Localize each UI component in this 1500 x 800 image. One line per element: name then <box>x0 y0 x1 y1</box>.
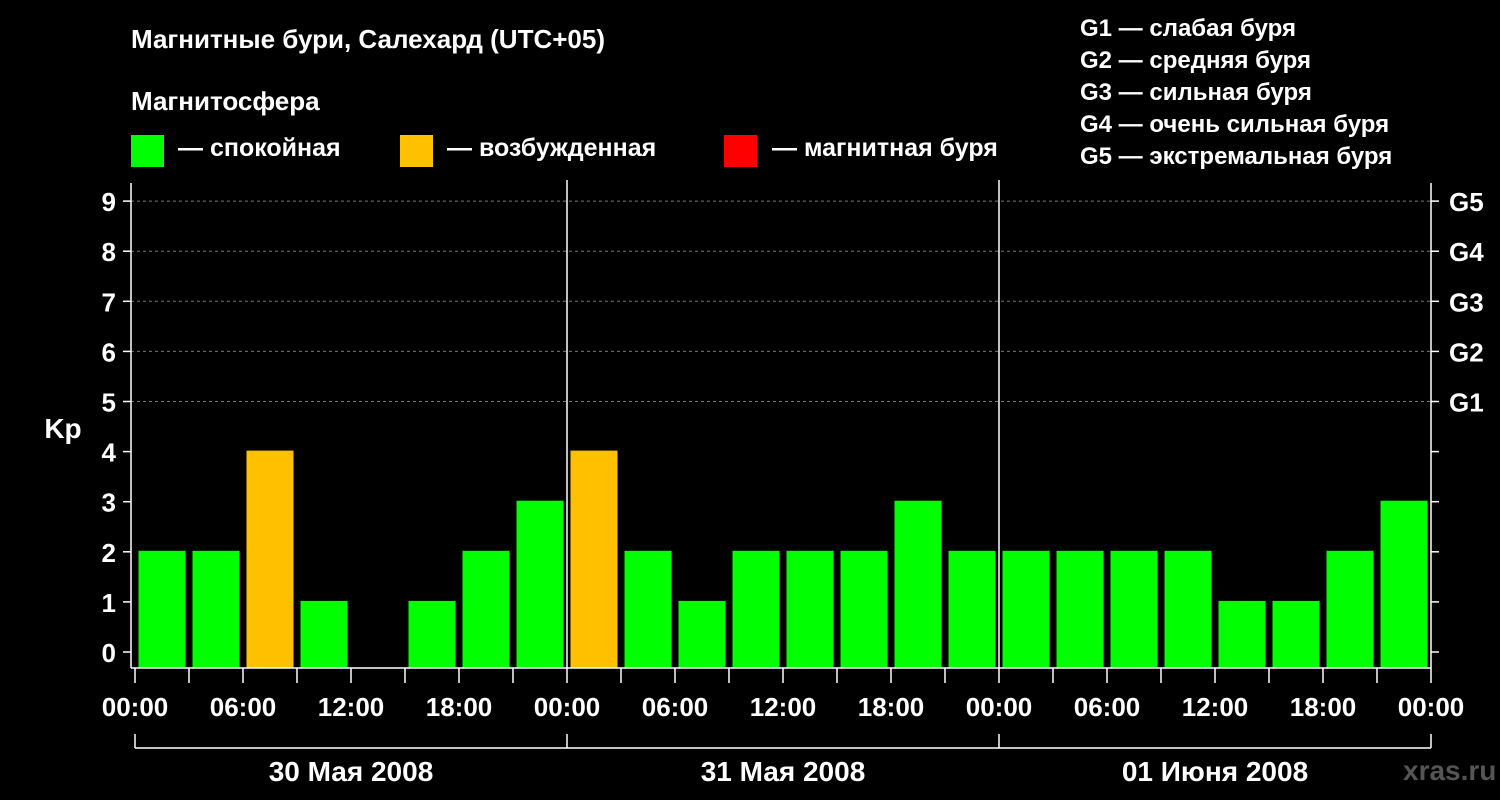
kp-bar-19 <box>1164 550 1212 668</box>
kp-bar-12 <box>786 550 834 668</box>
x-tick-label-7: 18:00 <box>858 692 925 722</box>
y-tick-label-9: 9 <box>102 187 116 217</box>
x-tick-label-5: 06:00 <box>642 692 709 722</box>
y-tick-label-6: 6 <box>102 337 116 367</box>
y-tick-label-1: 1 <box>102 588 116 618</box>
kp-bar-17 <box>1056 550 1104 668</box>
x-tick-label-10: 12:00 <box>1182 692 1249 722</box>
kp-bar-15 <box>948 550 996 668</box>
kp-bar-3 <box>300 600 348 668</box>
watermark: xras.ru <box>1403 755 1497 786</box>
x-tick-label-4: 00:00 <box>534 692 601 722</box>
kp-bar-22 <box>1326 550 1374 668</box>
x-tick-label-12: 00:00 <box>1398 692 1465 722</box>
right-axis-label-G1: G1 <box>1449 388 1484 418</box>
kp-bar-9 <box>624 550 672 668</box>
y-tick-label-2: 2 <box>102 538 116 568</box>
kp-bar-16 <box>1002 550 1050 668</box>
date-label-1: 31 Мая 2008 <box>701 756 866 787</box>
x-tick-label-11: 18:00 <box>1290 692 1357 722</box>
kp-bar-0 <box>138 550 186 668</box>
kp-bar-2 <box>246 450 294 668</box>
kp-bar-1 <box>192 550 240 668</box>
x-tick-label-3: 18:00 <box>426 692 493 722</box>
y-tick-label-5: 5 <box>102 388 116 418</box>
x-tick-label-8: 00:00 <box>966 692 1033 722</box>
kp-bar-21 <box>1272 600 1320 668</box>
kp-bar-20 <box>1218 600 1266 668</box>
kp-bar-5 <box>408 600 456 668</box>
y-tick-label-7: 7 <box>102 287 116 317</box>
kp-bar-7 <box>516 500 564 668</box>
kp-bar-23 <box>1380 500 1428 668</box>
kp-bar-14 <box>894 500 942 668</box>
kp-bar-6 <box>462 550 510 668</box>
y-axis-title: Kp <box>44 413 81 444</box>
right-axis-label-G2: G2 <box>1449 337 1484 367</box>
x-tick-label-6: 12:00 <box>750 692 817 722</box>
right-axis-label-G5: G5 <box>1449 187 1484 217</box>
kp-bar-chart: 0 1 2 3 4 5 6 7 8 9 G1 G2 G3 G4 G5 Kp 00:00 06:00 12:00 18:… <box>44 180 1484 787</box>
kp-bar-8 <box>570 450 618 668</box>
right-axis-label-G4: G4 <box>1449 237 1484 267</box>
date-label-0: 30 Мая 2008 <box>269 756 434 787</box>
x-tick-label-2: 12:00 <box>318 692 385 722</box>
kp-bar-13 <box>840 550 888 668</box>
y-tick-label-8: 8 <box>102 237 116 267</box>
y-tick-label-4: 4 <box>102 438 117 468</box>
right-axis-label-G3: G3 <box>1449 287 1484 317</box>
kp-bar-18 <box>1110 550 1158 668</box>
x-tick-label-9: 06:00 <box>1074 692 1141 722</box>
y-tick-label-0: 0 <box>102 638 116 668</box>
date-label-2: 01 Июня 2008 <box>1122 756 1308 787</box>
kp-bar-10 <box>678 600 726 668</box>
x-tick-label-1: 06:00 <box>210 692 277 722</box>
x-tick-label-0: 00:00 <box>102 692 169 722</box>
y-tick-label-3: 3 <box>102 488 116 518</box>
kp-bar-11 <box>732 550 780 668</box>
